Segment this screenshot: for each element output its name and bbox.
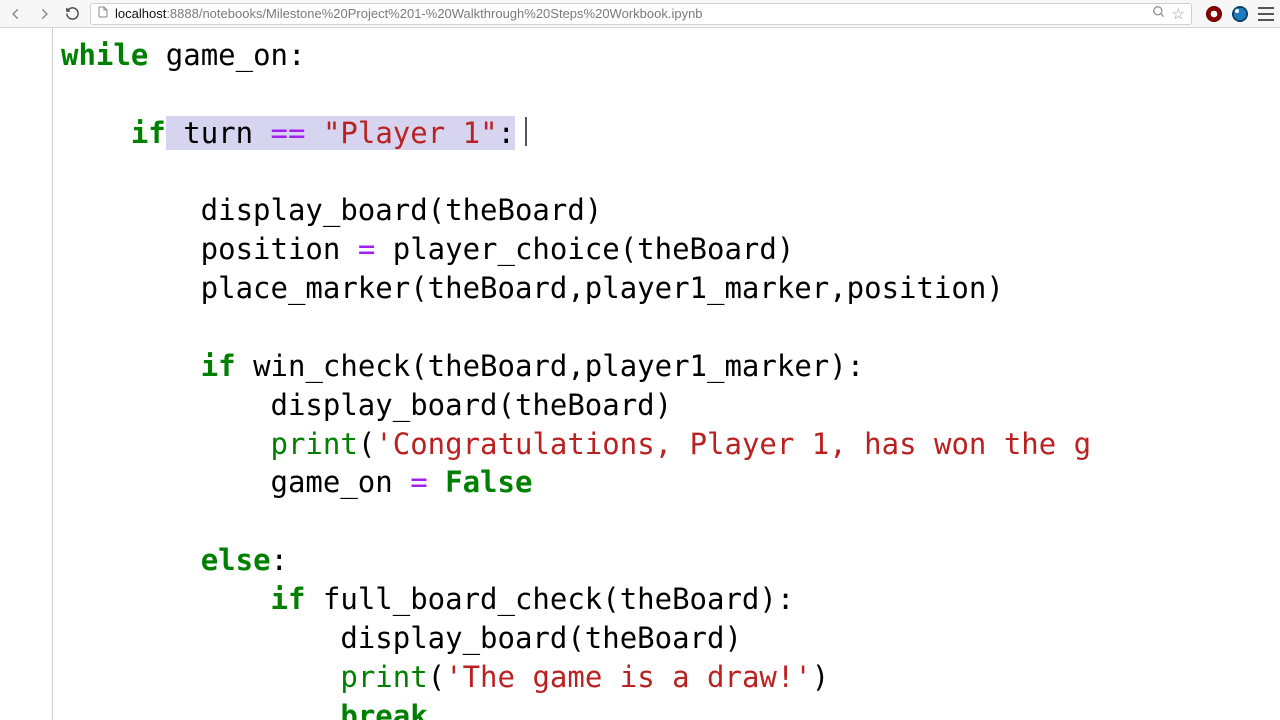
code-line: while game_on: (61, 36, 1272, 75)
ublock-icon[interactable] (1206, 6, 1222, 22)
code-line: display_board(theBoard) (61, 191, 1272, 230)
code-line: if full_board_check(theBoard): (61, 580, 1272, 619)
code-line (61, 308, 1272, 347)
code-line: if turn == "Player 1": (61, 114, 1272, 153)
menu-icon[interactable] (1258, 7, 1274, 21)
notebook-viewport: while game_on: if turn == "Player 1": di… (0, 28, 1280, 720)
back-button[interactable] (6, 4, 26, 24)
url-text: localhost:8888/notebooks/Milestone%20Pro… (115, 6, 1146, 21)
code-line: if win_check(theBoard,player1_marker): (61, 347, 1272, 386)
code-line: break (61, 697, 1272, 720)
address-bar[interactable]: localhost:8888/notebooks/Milestone%20Pro… (90, 3, 1192, 25)
url-path: :8888/notebooks/Milestone%20Project%201-… (166, 6, 702, 21)
url-host: localhost (115, 6, 166, 21)
forward-button[interactable] (34, 4, 54, 24)
code-cell[interactable]: while game_on: if turn == "Player 1": di… (52, 28, 1280, 720)
code-line: display_board(theBoard) (61, 619, 1272, 658)
code-line (61, 502, 1272, 541)
code-line: place_marker(theBoard,player1_marker,pos… (61, 269, 1272, 308)
privacy-eye-icon[interactable] (1232, 6, 1248, 22)
code-line (61, 75, 1272, 114)
code-line: position = player_choice(theBoard) (61, 230, 1272, 269)
text-caret (525, 117, 527, 146)
code-line: game_on = False (61, 463, 1272, 502)
code-line: else: (61, 541, 1272, 580)
zoom-icon[interactable] (1152, 5, 1166, 22)
code-line (61, 153, 1272, 192)
code-line: print('Congratulations, Player 1, has wo… (61, 425, 1272, 464)
extension-icons (1206, 6, 1274, 22)
code-line: print('The game is a draw!') (61, 658, 1272, 697)
file-icon (97, 5, 109, 22)
bookmark-star-icon[interactable]: ☆ (1172, 5, 1185, 23)
code-line: display_board(theBoard) (61, 386, 1272, 425)
browser-toolbar: localhost:8888/notebooks/Milestone%20Pro… (0, 0, 1280, 28)
reload-button[interactable] (62, 4, 82, 24)
